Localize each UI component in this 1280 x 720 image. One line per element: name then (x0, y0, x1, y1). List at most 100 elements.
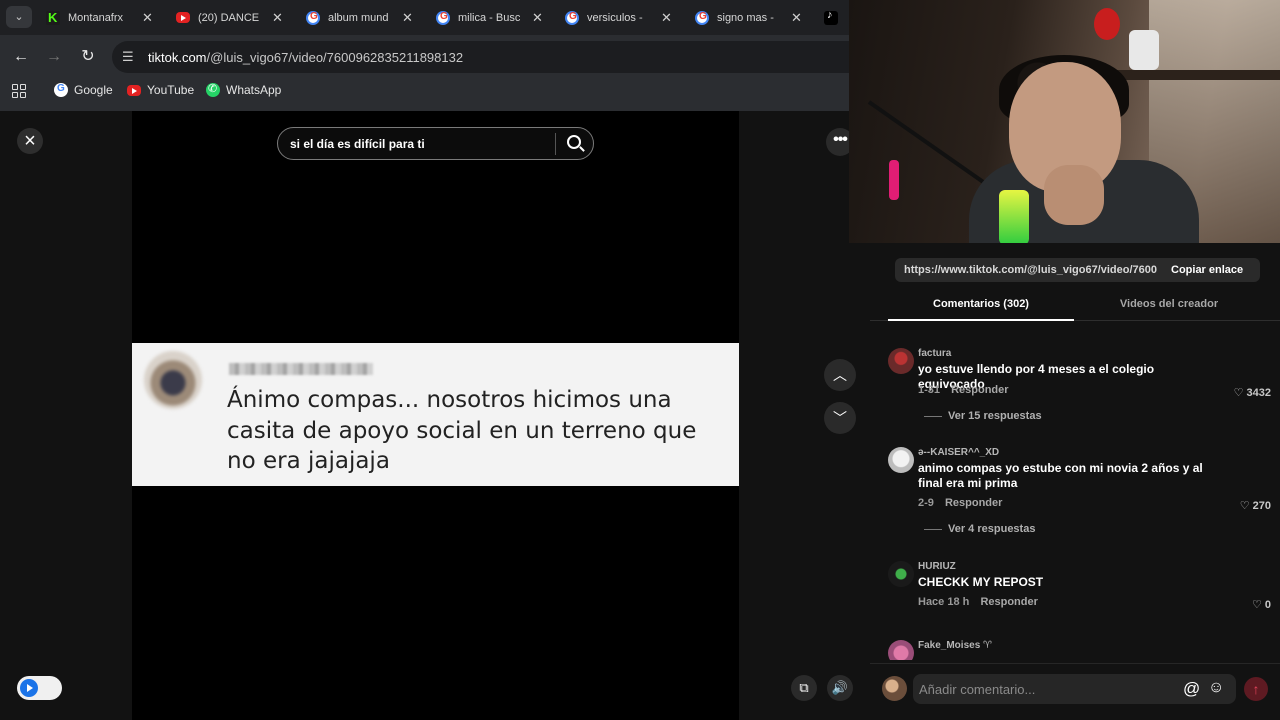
webcam-overlay (849, 0, 1280, 243)
video-player[interactable]: si el día es difícil para ti Ánimo compa… (132, 111, 739, 720)
google-icon (436, 10, 450, 25)
like-button[interactable]: ♡ 0 (1252, 598, 1271, 611)
google-icon (565, 10, 579, 25)
webcam-figure (1129, 30, 1159, 70)
video-overlay-comment: Ánimo compas... nosotros hicimos una cas… (132, 343, 739, 486)
tab-youtube-dance[interactable]: (20) DANCE ✕ (176, 4, 283, 31)
tab-montanafrx[interactable]: Montanafrx ✕ (46, 4, 153, 31)
view-replies-button[interactable]: Ver 4 respuestas (924, 523, 1035, 535)
current-user-avatar[interactable] (882, 676, 907, 701)
kick-icon (46, 10, 60, 25)
browser-toolbar: ← → ↻ ☰ tiktok.com/@luis_vigo67/video/76… (0, 37, 849, 75)
tab-title: versiculos - (587, 11, 643, 24)
tab-search-button[interactable]: ⌄ (6, 6, 32, 28)
tab-title: album mund (328, 11, 389, 24)
tab-title: Montanafrx (68, 11, 124, 24)
webcam-mic-arm (867, 100, 985, 184)
commenter-avatar[interactable] (888, 348, 914, 374)
comment-username[interactable]: Fake_Moises ♈ (918, 640, 992, 651)
tab-title: signo mas - (717, 11, 774, 24)
commenter-avatar[interactable] (888, 447, 914, 473)
comment-item: Fake_Moises ♈ (888, 640, 1273, 660)
comment-text: animo compas yo estube con mi novia 2 añ… (918, 461, 1203, 490)
share-link-text[interactable]: https://www.tiktok.com/@luis_vigo67/vide… (904, 264, 1157, 276)
tab-album-mundial[interactable]: album mund ✕ (306, 4, 413, 31)
comment-username[interactable]: ə--KAISER^^_XD (918, 447, 999, 458)
commenter-avatar[interactable] (888, 640, 914, 660)
close-tab-icon[interactable]: ✕ (272, 10, 283, 26)
next-video-button[interactable]: ﹀ (824, 402, 856, 434)
google-icon (306, 10, 320, 25)
active-tab-indicator (888, 319, 1074, 321)
blurred-avatar (144, 351, 202, 409)
reply-button[interactable]: Responder (945, 497, 1002, 509)
tab-signo-mas[interactable]: signo mas - ✕ (695, 4, 802, 31)
like-count: 0 (1264, 599, 1271, 611)
comment-meta: 1-31 Responder (918, 384, 1009, 396)
bookmarks-bar: Google YouTube WhatsApp (0, 77, 849, 105)
comment-meta: 2-9 Responder (918, 497, 1002, 509)
autoscroll-toggle[interactable] (17, 676, 62, 700)
comment-text: CHECKK MY REPOST (918, 575, 1044, 589)
bookmark-label: YouTube (147, 83, 195, 97)
bookmark-google[interactable]: Google (54, 83, 113, 97)
comment-username[interactable]: HURIUZ (918, 561, 956, 572)
bookmark-label: WhatsApp (226, 83, 282, 97)
comment-username[interactable]: factura (918, 348, 951, 359)
webcam-person-hand (1044, 165, 1104, 225)
comment-date: Hace 18 h (918, 596, 970, 608)
comment-input[interactable]: Añadir comentario... @ ☺ (913, 674, 1236, 704)
mention-icon[interactable]: @ (1183, 679, 1200, 699)
tiktok-icon (824, 9, 838, 25)
video-search-bar[interactable]: si el día es difícil para ti (277, 127, 594, 160)
emoji-icon[interactable]: ☺ (1208, 679, 1224, 697)
search-icon[interactable] (567, 135, 581, 149)
close-tab-icon[interactable]: ✕ (402, 10, 413, 26)
tab-title: milica - Busc (458, 11, 520, 24)
reply-button[interactable]: Responder (980, 596, 1037, 608)
close-video-button[interactable]: × (17, 128, 43, 154)
like-count: 270 (1252, 500, 1271, 512)
youtube-icon (176, 12, 190, 23)
previous-video-button[interactable]: ︿ (824, 359, 856, 391)
like-button[interactable]: ♡ 3432 (1234, 386, 1271, 399)
bookmark-label: Google (74, 83, 113, 97)
tab-creator-videos[interactable]: Videos del creador (1074, 298, 1264, 310)
like-button[interactable]: ♡ 270 (1240, 499, 1271, 512)
reload-icon[interactable]: ↻ (77, 46, 99, 68)
browser-chrome: ⌄ Montanafrx ✕ (20) DANCE ✕ album mund ✕… (0, 0, 849, 111)
comment-date: 2-9 (918, 497, 934, 509)
address-bar[interactable]: ☰ tiktok.com/@luis_vigo67/video/76009628… (112, 41, 849, 73)
comment-input-placeholder: Añadir comentario... (919, 682, 1036, 697)
close-tab-icon[interactable]: ✕ (142, 10, 153, 26)
back-icon[interactable]: ← (10, 46, 32, 68)
reply-button[interactable]: Responder (951, 384, 1008, 396)
close-tab-icon[interactable]: ✕ (661, 10, 672, 26)
like-count: 3432 (1246, 387, 1271, 399)
commenter-avatar[interactable] (888, 561, 914, 587)
comment-date: 1-31 (918, 384, 941, 396)
tab-tiktok[interactable] (824, 4, 846, 31)
tab-versiculos[interactable]: versiculos - ✕ (565, 4, 672, 31)
close-tab-icon[interactable]: ✕ (791, 10, 802, 26)
view-replies-button[interactable]: Ver 15 respuestas (924, 410, 1042, 422)
site-settings-icon[interactable]: ☰ (122, 49, 134, 65)
copy-link-button[interactable]: Copiar enlace (1171, 264, 1243, 276)
video-viewer: × si el día es difícil para ti Ánimo com… (0, 111, 870, 720)
tab-milica[interactable]: milica - Busc ✕ (436, 4, 543, 31)
play-icon (20, 679, 38, 697)
bookmark-youtube[interactable]: YouTube (127, 83, 194, 97)
webcam-figure (1094, 8, 1120, 40)
close-tab-icon[interactable]: ✕ (532, 10, 543, 26)
send-arrow-icon[interactable]: ↑ (1244, 677, 1268, 701)
share-link-bar: https://www.tiktok.com/@luis_vigo67/vide… (895, 258, 1260, 282)
volume-icon[interactable]: 🔊 (827, 675, 853, 701)
webcam-lamp (889, 160, 899, 200)
pip-icon[interactable]: ⧉ (791, 675, 817, 701)
bookmark-whatsapp[interactable]: WhatsApp (206, 82, 282, 97)
search-divider (555, 133, 556, 155)
tab-comments[interactable]: Comentarios (302) (888, 298, 1074, 310)
url-text: tiktok.com/@luis_vigo67/video/7600962835… (148, 50, 464, 65)
whatsapp-icon (206, 82, 220, 97)
forward-icon[interactable]: → (43, 46, 65, 68)
